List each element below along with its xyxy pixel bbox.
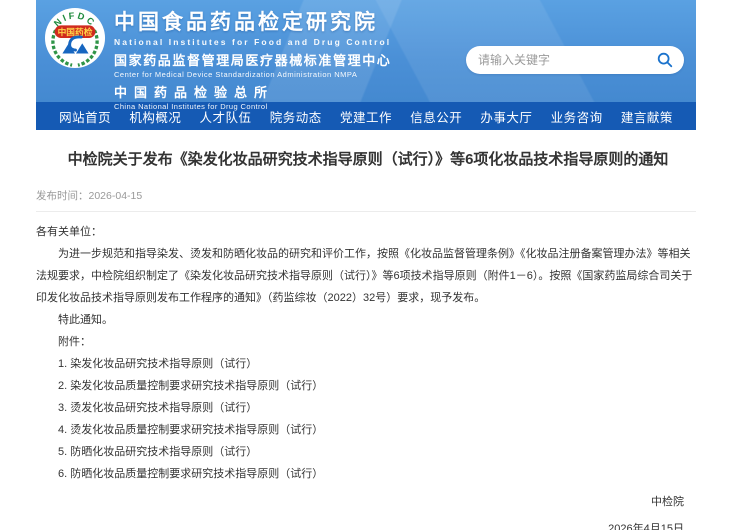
- site-banner: NIFDC 中国药检 中国食品药品检定研究院 National Institut…: [36, 0, 696, 111]
- org-name-cn: 中国食品药品检定研究院: [114, 11, 378, 34]
- article-body: 各有关单位： 为进一步规范和指导染发、烫发和防晒化妆品的研究和评价工作，按照《化…: [36, 221, 700, 530]
- publish-date: 2026-04-15: [88, 190, 143, 202]
- signature-date: 2026年4月15日: [608, 523, 684, 530]
- salutation: 各有关单位：: [36, 226, 102, 238]
- attachment-item-3: 3. 烫发化妆品研究技术指导原则（试行）: [58, 402, 258, 414]
- nav-item-suggestions[interactable]: 建言献策: [621, 107, 673, 126]
- page: NIFDC 中国药检 中国食品药品检定研究院 National Institut…: [0, 0, 732, 530]
- notice-line: 特此通知。: [58, 314, 113, 326]
- page-title: 中检院关于发布《染发化妆品研究技术指导原则（试行）》等6项化妆品技术指导原则的通…: [67, 151, 669, 168]
- nifdc-logo[interactable]: NIFDC 中国药检: [44, 7, 106, 69]
- signature-org: 中检院: [651, 496, 684, 508]
- attachments-label: 附件：: [58, 336, 91, 348]
- attachment-item-5: 5. 防晒化妆品研究技术指导原则（试行）: [58, 446, 258, 458]
- nav-item-disclosure[interactable]: 信息公开: [410, 107, 462, 126]
- center-name-en: Center for Medical Device Standardizatio…: [114, 70, 358, 79]
- publish-meta: 发布时间：2026-04-15: [36, 188, 700, 203]
- article: 中检院关于发布《染发化妆品研究技术指导原则（试行）》等6项化妆品技术指导原则的通…: [36, 150, 700, 530]
- attachment-item-1: 1. 染发化妆品研究技术指导原则（试行）: [58, 358, 258, 370]
- center-name-cn: 国家药品监督管理局医疗器械标准管理中心: [114, 53, 392, 68]
- nifdc-logo-icon: NIFDC 中国药检: [44, 7, 106, 69]
- svg-text:中国药检: 中国药检: [58, 26, 93, 37]
- meta-divider: [36, 211, 696, 212]
- attachment-item-6: 6. 防晒化妆品质量控制要求研究技术指导原则（试行）: [58, 468, 324, 480]
- attachment-item-2: 2. 染发化妆品质量控制要求研究技术指导原则（试行）: [58, 380, 324, 392]
- org-name-en: National Institutes for Food and Drug Co…: [114, 37, 392, 47]
- nav-item-service-hall[interactable]: 办事大厅: [480, 107, 532, 126]
- institute-name-cn: 中国药品检验总所: [114, 85, 275, 100]
- nav-item-home[interactable]: 网站首页: [59, 107, 111, 126]
- signature-block: 中检院 2026年4月15日: [36, 491, 700, 530]
- search-input[interactable]: [478, 53, 654, 67]
- paragraph-main: 为进一步规范和指导染发、烫发和防晒化妆品的研究和评价工作，按照《化妆品监督管理条…: [36, 248, 693, 304]
- publish-time-label: 发布时间：: [36, 190, 89, 202]
- institute-name-en: China National Institutes for Drug Contr…: [114, 102, 268, 111]
- search-icon: [657, 52, 673, 68]
- attachment-item-4: 4. 烫发化妆品质量控制要求研究技术指导原则（试行）: [58, 424, 324, 436]
- search-box: [466, 46, 684, 74]
- org-titles: 中国食品药品检定研究院 National Institutes for Food…: [114, 6, 391, 111]
- nav-item-consulting[interactable]: 业务咨询: [551, 107, 603, 126]
- search-button[interactable]: [654, 49, 676, 71]
